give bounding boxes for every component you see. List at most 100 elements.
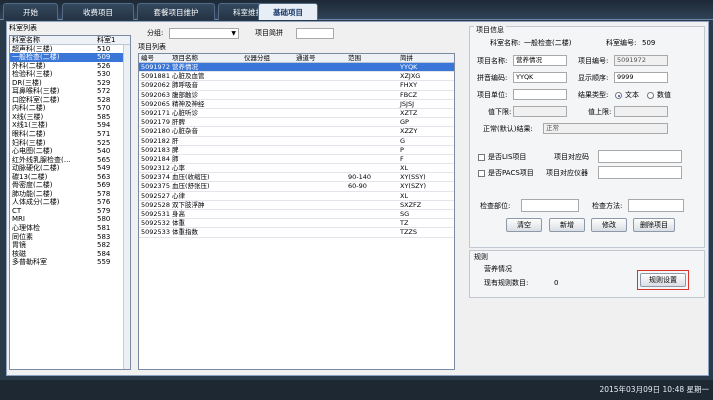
dept-list-item[interactable]: 口腔科室(二楼) 528 — [10, 96, 130, 105]
dept-list-item[interactable]: 心电图(二楼) 540 — [10, 147, 130, 156]
pinyin-code-input[interactable]: YYQK — [513, 72, 567, 83]
group-label: 分组: — [147, 29, 164, 37]
dept-list-item[interactable]: 碳13(二楼) 563 — [10, 173, 130, 182]
dept-list-item[interactable]: 外科(二楼) 526 — [10, 62, 130, 71]
dept-code-value: 509 — [642, 39, 656, 47]
tab-start[interactable]: 开始 — [3, 3, 58, 20]
dept-list-item[interactable]: 动脉硬化(二楼) 549 — [10, 164, 130, 173]
tab-charge-items[interactable]: 收费项目 — [62, 3, 134, 20]
item-grid-row[interactable]: 5092531 身高 SG — [139, 210, 454, 220]
dept-list-item[interactable]: 超声科(三楼) 510 — [10, 45, 130, 54]
item-name-input[interactable]: 营养情况 — [513, 55, 567, 66]
item-col-channel[interactable]: 通道号 — [294, 54, 346, 62]
dept-name: 碳13(二楼) — [12, 172, 48, 181]
dept-list-item[interactable]: 骨密度(二楼) 569 — [10, 181, 130, 190]
dept-list-item[interactable]: X线1(三楼) 594 — [10, 121, 130, 130]
dept-list-item[interactable]: 眼科(二楼) 571 — [10, 130, 130, 139]
dept-list-item[interactable]: 核磁 584 — [10, 250, 130, 259]
lower-limit-input[interactable] — [513, 106, 567, 117]
item-col-instrument[interactable]: 仪器分组 — [242, 54, 294, 62]
item-grid-row[interactable]: 5092182 肝 G — [139, 137, 454, 146]
item-grid-row[interactable]: 5092183 脾 P — [139, 146, 454, 155]
item-grid-row[interactable]: 5091972 营养情况 YYQK — [139, 63, 454, 73]
dept-list-item[interactable]: X线(三楼) 585 — [10, 113, 130, 122]
item-grid-row[interactable]: 5092062 肺呼吸音 FHXY — [139, 81, 454, 91]
item-grid-row[interactable]: 5091881 心脏及血管 XZJXG — [139, 72, 454, 82]
item-grid-row[interactable]: 5092527 心律 XL — [139, 192, 454, 201]
tab-package-maintenance[interactable]: 套餐项目维护 — [137, 3, 215, 20]
item-grid-row[interactable]: 5092063 腹部触诊 FBCZ — [139, 91, 454, 100]
dept-name: 耳鼻喉科(三楼) — [12, 87, 60, 96]
item-grid-row[interactable]: 5092184 肺 F — [139, 155, 454, 165]
normal-result-input[interactable]: 正常 — [543, 123, 668, 134]
dept-list-item[interactable]: 心理体检 581 — [10, 224, 130, 233]
dept-list-item[interactable]: 胃镜 582 — [10, 241, 130, 250]
result-numeric-radio[interactable] — [647, 92, 654, 99]
item-grid[interactable]: 编号 项目名称 仪器分组 通道号 范围 简拼 5091972 营养情况 YYQK 50… — [138, 53, 455, 370]
dept-list-item[interactable]: 检验科(三楼) 530 — [10, 70, 130, 79]
dept-col-code[interactable]: 科室1 — [95, 36, 125, 44]
exam-method-input[interactable] — [628, 199, 684, 212]
tab-basic-items[interactable]: 基础项目 — [258, 3, 318, 20]
chevron-down-icon[interactable]: ▼ — [231, 29, 236, 38]
dept-name: 妇科(三楼) — [12, 138, 46, 147]
item-col-code[interactable]: 编号 — [139, 54, 170, 62]
item-grid-row[interactable]: 5092375 血压(舒张压) 60-90 XY(SZY) — [139, 182, 454, 192]
item-cell-py: SXZFZ — [400, 200, 422, 209]
item-grid-row[interactable]: 5092533 体重指数 TZZS — [139, 228, 454, 238]
lis-checkbox[interactable] — [478, 154, 485, 161]
dept-list-item[interactable]: DR(三楼) 529 — [10, 79, 130, 88]
dept-list-item[interactable]: 多普勒科室 559 — [10, 258, 130, 267]
dept-list-scrollbar[interactable] — [123, 45, 130, 369]
clear-button[interactable]: 清空 — [506, 218, 542, 232]
dept-code-label: 科室编号: — [606, 39, 637, 47]
rules-setting-button[interactable]: 规则设置 — [640, 273, 686, 287]
dept-list-item[interactable]: CT 579 — [10, 207, 130, 216]
dept-list-item[interactable]: 同位素 583 — [10, 233, 130, 242]
dept-list-item[interactable]: MRI 580 — [10, 215, 130, 224]
item-cell-py: XZZY — [400, 127, 418, 136]
pacs-instrument-input[interactable] — [598, 166, 682, 179]
item-col-name[interactable]: 项目名称 — [170, 54, 242, 62]
item-grid-row[interactable]: 5092171 心脏听诊 XZTZ — [139, 109, 454, 119]
exam-part-input[interactable] — [521, 199, 579, 212]
dept-list-item[interactable]: 一般检查(二楼) 509 — [10, 53, 130, 62]
unit-input[interactable] — [513, 89, 567, 100]
dept-list-item[interactable]: 耳鼻喉科(三楼) 572 — [10, 87, 130, 96]
dept-list-item[interactable]: 红外线乳腺检查(… 565 — [10, 156, 130, 165]
dept-list-item[interactable]: 肺功能(二楼) 578 — [10, 190, 130, 199]
pacs-checkbox[interactable] — [478, 170, 485, 177]
group-select[interactable]: ▼ — [169, 28, 239, 39]
lis-code-label: 项目对应码 — [554, 153, 589, 161]
result-text-label: 文本 — [625, 91, 639, 99]
item-grid-row[interactable]: 5092179 肝脾 GP — [139, 118, 454, 128]
item-cell-chan — [294, 182, 346, 190]
delete-item-button[interactable]: 删除项目 — [633, 218, 675, 232]
item-grid-row[interactable]: 5092374 血压(收缩压) 90-140 XY(SSY) — [139, 173, 454, 183]
item-col-range[interactable]: 范围 — [346, 54, 398, 62]
display-order-input[interactable]: 9999 — [614, 72, 668, 83]
top-tab-bar: 开始 收费项目 套餐项目维护 科室维护 基础项目 — [0, 0, 713, 20]
item-grid-row[interactable]: 5092312 心率 XL — [139, 164, 454, 174]
item-grid-row[interactable]: 5092065 精神及神经 JSJSJ — [139, 100, 454, 109]
edit-button[interactable]: 修改 — [591, 218, 627, 232]
item-col-pinyin[interactable]: 简拼 — [398, 54, 448, 62]
item-code-input[interactable]: 5091972 — [614, 55, 668, 66]
item-grid-row[interactable]: 5092528 双下肢浮肿 SXZFZ — [139, 201, 454, 210]
add-button[interactable]: 新增 — [549, 218, 585, 232]
item-cell-inst — [242, 155, 294, 163]
dept-list-item[interactable]: 妇科(三楼) 525 — [10, 139, 130, 148]
pinyin-filter-input[interactable] — [296, 28, 334, 39]
dept-col-name[interactable]: 科室名称 — [10, 36, 95, 44]
item-cell-inst — [242, 173, 294, 181]
exam-part-label: 检查部位: — [480, 202, 511, 210]
dept-list[interactable]: 科室名称 科室1 超声科(三楼) 510 一般检查(二楼) 509 外科(二楼) 526 检… — [9, 35, 131, 370]
item-cell-inst — [242, 210, 294, 218]
item-grid-row[interactable]: 5092180 心脏杂音 XZZY — [139, 127, 454, 137]
item-grid-row[interactable]: 5092532 体重 TZ — [139, 219, 454, 229]
lis-code-input[interactable] — [598, 150, 682, 163]
result-text-radio[interactable] — [615, 92, 622, 99]
dept-list-item[interactable]: 内科(二楼) 570 — [10, 104, 130, 113]
upper-limit-input[interactable] — [614, 106, 668, 117]
dept-list-item[interactable]: 人体成分(二楼) 576 — [10, 198, 130, 207]
